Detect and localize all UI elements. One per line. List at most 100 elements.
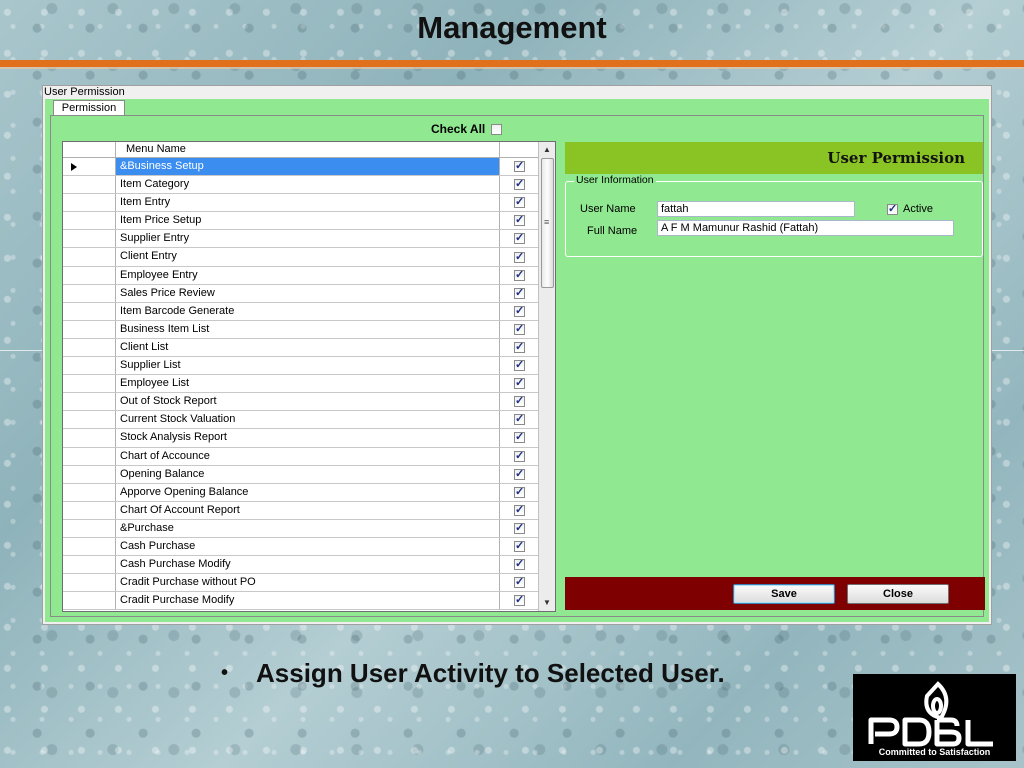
table-row[interactable]: Supplier List [63,357,539,376]
row-selector[interactable] [63,465,116,483]
table-row[interactable]: Cradit Purchase without PO [63,574,539,593]
table-row[interactable]: Item Category [63,176,539,195]
full-name-field[interactable]: A F M Mamunur Rashid (Fattah) [657,220,954,236]
row-selector[interactable] [63,519,116,537]
scroll-down-arrow-icon[interactable]: ▼ [539,595,555,611]
row-selector[interactable] [63,411,116,429]
menu-name-column-header[interactable]: Menu Name [116,142,500,157]
active-checkbox[interactable] [887,202,898,215]
permission-checkbox[interactable] [514,485,525,498]
close-button[interactable]: Close [847,584,949,604]
row-selector[interactable] [63,248,116,266]
row-selector[interactable] [63,266,116,284]
menu-name-cell[interactable]: Apporve Opening Balance [116,483,500,501]
permission-checkbox[interactable] [514,575,525,589]
permission-checkbox[interactable] [514,467,525,480]
row-selector[interactable] [63,194,116,212]
table-row[interactable]: Client List [63,338,539,358]
permission-checkbox[interactable] [514,322,525,335]
menu-name-cell[interactable]: &Business Setup [116,158,500,176]
table-row[interactable]: Out of Stock Report [63,393,539,412]
menu-name-cell[interactable]: Item Category [116,176,500,194]
menu-name-cell[interactable]: Sales Price Review [116,284,500,302]
permission-checkbox[interactable] [514,358,525,372]
menu-name-cell[interactable]: Chart of Accounce [116,447,500,465]
table-row[interactable]: Client Entry [63,248,539,267]
permission-checkbox[interactable] [514,376,525,390]
scroll-thumb[interactable]: ≡ [541,158,554,288]
table-row[interactable]: Sales Price Review [63,284,539,303]
menu-name-cell[interactable]: Current Stock Valuation [116,411,500,429]
check-all-checkbox[interactable] [491,123,503,135]
row-selector[interactable] [63,176,116,194]
scroll-up-arrow-icon[interactable]: ▲ [539,142,555,158]
permission-checkbox[interactable] [514,412,525,426]
row-selector[interactable] [63,284,116,302]
table-row[interactable]: Business Item List [63,320,539,339]
row-selector[interactable] [63,429,116,447]
menu-name-cell[interactable]: Employee Entry [116,266,500,284]
permission-checkbox[interactable] [514,503,525,516]
row-selector[interactable] [63,230,116,248]
permission-checkbox[interactable] [514,250,525,263]
row-selector[interactable] [63,483,116,501]
row-selector[interactable] [63,393,116,411]
table-row[interactable]: Item Barcode Generate [63,302,539,321]
row-selector[interactable] [63,320,116,338]
table-row[interactable]: &Business Setup [63,158,539,177]
permission-checkbox[interactable] [514,539,525,553]
table-row[interactable]: Cradit Purchase Modify [63,592,539,611]
permission-checkbox[interactable] [514,521,525,534]
menu-name-cell[interactable]: Cash Purchase [116,537,500,556]
permission-checkbox[interactable] [514,340,525,353]
permission-checkbox[interactable] [514,268,525,281]
active-control[interactable]: Active [887,202,933,215]
menu-name-cell[interactable]: Stock Analysis Report [116,429,500,447]
row-selector[interactable] [63,338,116,357]
permission-checkbox[interactable] [514,449,525,462]
row-selector[interactable] [63,574,116,592]
row-selector[interactable] [63,158,116,176]
permission-checkbox[interactable] [514,177,525,191]
row-selector[interactable] [63,212,116,230]
permission-checkbox[interactable] [514,195,525,209]
row-selector[interactable] [63,537,116,556]
menu-name-cell[interactable]: Supplier List [116,357,500,375]
permission-checkbox[interactable] [514,430,525,444]
row-selector[interactable] [63,302,116,320]
permission-checkbox[interactable] [514,213,525,227]
menu-name-cell[interactable]: Chart Of Account Report [116,501,500,519]
permission-checkbox[interactable] [514,159,525,173]
menu-name-cell[interactable]: Supplier Entry [116,230,500,248]
permission-checkbox[interactable] [514,304,525,317]
menu-name-cell[interactable]: Cradit Purchase Modify [116,592,500,610]
row-selector[interactable] [63,375,116,393]
menu-name-cell[interactable]: Opening Balance [116,465,500,483]
table-row[interactable]: Item Entry [63,194,539,213]
save-button[interactable]: Save [733,584,835,604]
grid-scrollbar[interactable]: ▲ ≡ ▼ [538,142,555,611]
menu-name-cell[interactable]: Item Price Setup [116,212,500,230]
row-selector[interactable] [63,556,116,574]
table-row[interactable]: Cash Purchase Modify [63,556,539,575]
menu-name-cell[interactable]: Client List [116,338,500,357]
menu-name-cell[interactable]: Employee List [116,375,500,393]
table-row[interactable]: Supplier Entry [63,230,539,249]
row-selector[interactable] [63,357,116,375]
table-row[interactable]: Item Price Setup [63,212,539,231]
check-all-control[interactable]: Check All [431,122,503,136]
user-name-field[interactable]: fattah [657,201,855,217]
menu-name-cell[interactable]: &Purchase [116,519,500,537]
table-row[interactable]: &Purchase [63,519,539,538]
menu-name-cell[interactable]: Item Barcode Generate [116,302,500,320]
menu-name-cell[interactable]: Out of Stock Report [116,393,500,411]
menu-name-cell[interactable]: Cash Purchase Modify [116,556,500,574]
permission-checkbox[interactable] [514,394,525,408]
row-selector[interactable] [63,447,116,465]
table-row[interactable]: Apporve Opening Balance [63,483,539,502]
table-row[interactable]: Current Stock Valuation [63,411,539,430]
row-selector[interactable] [63,501,116,519]
table-row[interactable]: Stock Analysis Report [63,429,539,448]
row-selector[interactable] [63,592,116,610]
table-row[interactable]: Employee Entry [63,266,539,285]
